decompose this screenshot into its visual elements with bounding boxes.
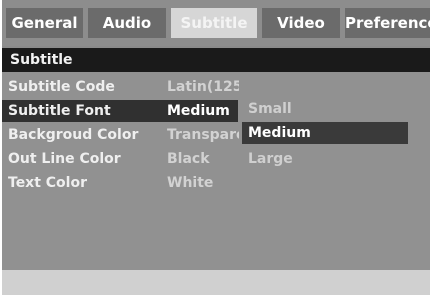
setting-row-outline-color[interactable]: Out Line Color Black xyxy=(2,148,238,170)
tab-general[interactable]: General xyxy=(6,8,83,38)
setting-value: White xyxy=(167,175,214,191)
setting-row-subtitle-font[interactable]: Subtitle Font Medium xyxy=(2,100,238,122)
setting-label: Subtitle Code xyxy=(8,79,115,95)
setting-label: Backgroud Color xyxy=(8,127,139,143)
setting-value: Black xyxy=(167,151,210,167)
settings-screen: General Audio Subtitle Video Preference … xyxy=(2,0,430,295)
tab-bar: General Audio Subtitle Video Preference xyxy=(2,0,430,46)
tab-subtitle[interactable]: Subtitle xyxy=(171,8,257,38)
setting-row-background-color[interactable]: Backgroud Color Transpare xyxy=(2,124,239,146)
section-title: Subtitle xyxy=(2,48,430,72)
setting-row-text-color[interactable]: Text Color White xyxy=(2,172,238,194)
setting-value: Medium xyxy=(167,103,230,119)
setting-value: Transpare xyxy=(167,127,239,143)
tab-video[interactable]: Video xyxy=(262,8,340,38)
setting-label: Out Line Color xyxy=(8,151,121,167)
tab-audio[interactable]: Audio xyxy=(88,8,166,38)
font-option-large[interactable]: Large xyxy=(242,148,408,170)
setting-label: Subtitle Font xyxy=(8,103,111,119)
bottom-bar xyxy=(2,270,430,295)
setting-label: Text Color xyxy=(8,175,87,191)
font-option-medium[interactable]: Medium xyxy=(242,122,408,144)
tab-preference[interactable]: Preference xyxy=(345,8,430,38)
font-option-small[interactable]: Small xyxy=(242,98,408,120)
setting-row-subtitle-code[interactable]: Subtitle Code Latin(125 xyxy=(2,76,239,98)
setting-value: Latin(125 xyxy=(167,79,239,95)
